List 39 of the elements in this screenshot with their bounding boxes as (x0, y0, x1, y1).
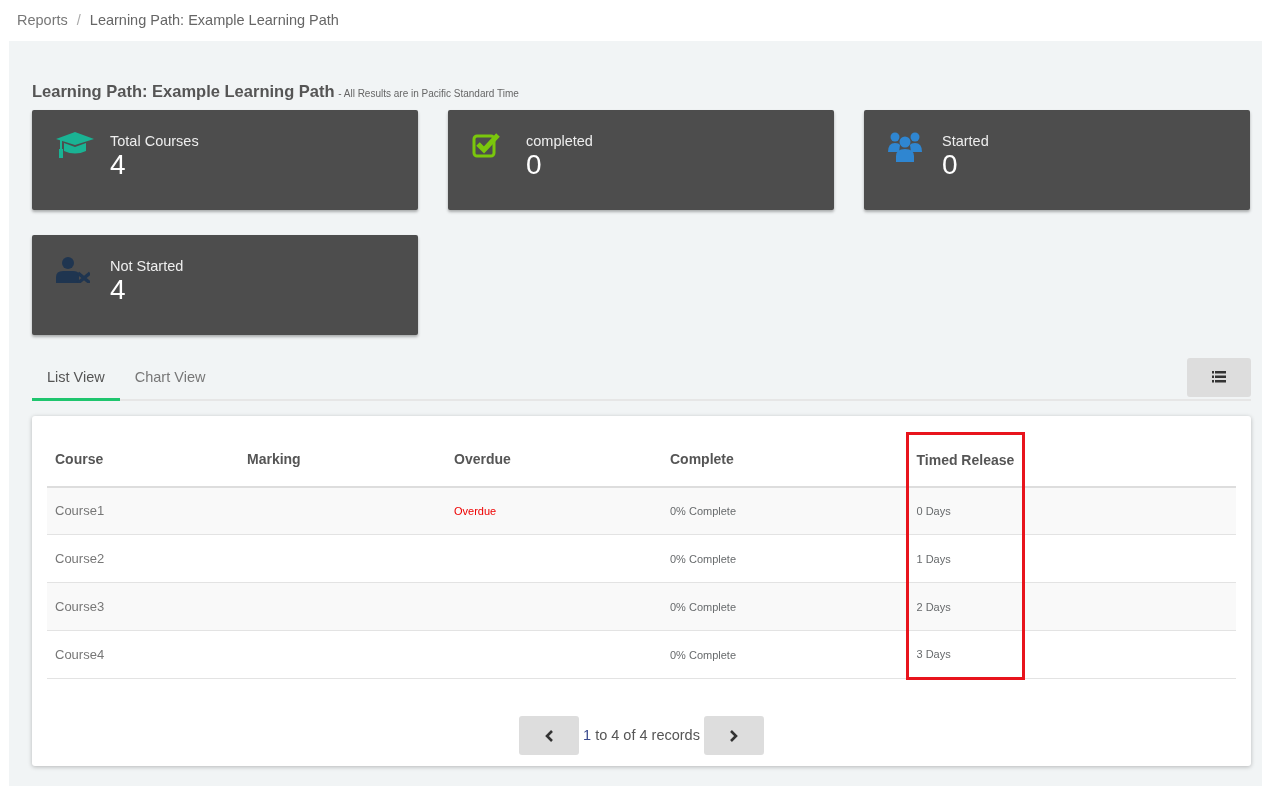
previous-page-button[interactable] (519, 716, 580, 756)
tab[interactable]: List View (32, 357, 120, 401)
breadcrumb-link[interactable]: Reports (17, 9, 68, 32)
table-cell: 0% Complete (670, 648, 737, 661)
table-cell: 1 Days (916, 552, 951, 565)
table-cell: 0% Complete (670, 504, 737, 517)
table-cell: Course1 (55, 503, 105, 519)
stat-label: Not Started (110, 256, 184, 275)
table-cell: Course2 (55, 551, 105, 566)
chevron-right-icon (729, 729, 739, 742)
stat-value: 4 (110, 149, 127, 180)
pagination-info: 1 to 4 of 4 records (583, 725, 700, 745)
table-cell: 0% Complete (670, 552, 737, 565)
next-page-button[interactable] (703, 716, 764, 756)
list-icon (1212, 371, 1226, 384)
table-cell: Overdue (454, 504, 497, 517)
stat-value: 4 (110, 274, 127, 305)
stat-label: Started (942, 131, 989, 150)
breadcrumb-separator: / (76, 10, 81, 30)
table-cell: Course3 (55, 599, 105, 614)
stat-label: Total Courses (110, 131, 199, 150)
column-header[interactable]: Course (47, 433, 239, 487)
stat-value: 0 (942, 149, 959, 180)
tab[interactable]: Chart View (119, 357, 221, 401)
chevron-left-icon (544, 729, 554, 742)
breadcrumb-current: Learning Path: Example Learning Path (89, 10, 339, 30)
column-header[interactable]: Marking (239, 433, 446, 487)
stat-label: completed (526, 131, 593, 150)
column-header[interactable]: Overdue (446, 433, 662, 487)
table-cell: 0% Complete (670, 600, 737, 613)
timezone-note: - All Results are in Pacific Standard Time (338, 88, 519, 99)
column-header[interactable]: Complete (662, 433, 907, 487)
report-title: Learning Path: Example Learning Path (32, 82, 335, 100)
table-cell: 2 Days (916, 600, 951, 613)
table-cell: Course4 (55, 647, 105, 662)
stat-value: 0 (526, 149, 542, 180)
list-view-button[interactable] (1187, 357, 1251, 397)
table-cell: 3 Days (916, 648, 951, 660)
table-cell: 0 Days (916, 504, 951, 517)
